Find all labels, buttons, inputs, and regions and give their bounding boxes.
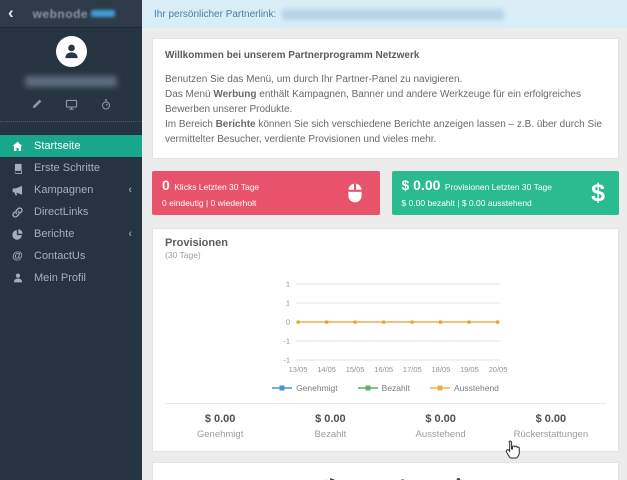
redacted-username <box>25 76 117 87</box>
stopwatch-icon[interactable] <box>100 98 112 111</box>
hand-click-icon <box>427 473 493 480</box>
shortcut-kampagnen[interactable]: Kampagnen <box>361 473 427 480</box>
chevron-left-icon: ‹ <box>128 228 132 240</box>
shortcut-mein-profil[interactable]: Mein Profil <box>229 473 295 480</box>
sidebar-item-berichte[interactable]: Berichte ‹ <box>0 223 142 245</box>
monitor-icon[interactable] <box>65 98 78 111</box>
svg-text:-1: -1 <box>283 337 290 346</box>
commissions-sub: $ 0.00 bezahlt | $ 0.00 ausstehend <box>401 198 532 208</box>
topbar: Ihr persönlicher Partnerlink: <box>142 0 627 28</box>
svg-text:1: 1 <box>285 299 289 308</box>
commissions-value: $ 0.00 <box>401 177 441 193</box>
stat-row: 0 Klicks Letzten 30 Tage 0 eindeutig | 0… <box>152 171 619 215</box>
svg-text:15/05: 15/05 <box>345 365 364 374</box>
affiliate-dashboard: ‹ webnode Startseite Erste Schritte Kamp… <box>0 0 627 480</box>
shortcuts-card: Affiliate panel tutorial video Mein Prof… <box>152 462 619 480</box>
chart-title: Provisionen <box>165 237 228 249</box>
legend-genehmigt: Genehmigt <box>272 383 338 393</box>
sidebar-header: ‹ webnode <box>0 0 142 28</box>
chart-svg: 1 1 0 -1 -1 13/05 14/05 15/05 16/05 17/0… <box>283 280 507 375</box>
svg-text:16/05: 16/05 <box>374 365 393 374</box>
pie-chart-icon <box>295 473 361 480</box>
home-icon <box>10 140 25 153</box>
film-icon <box>163 473 229 480</box>
welcome-line-1: Benutzen Sie das Menü, um durch Ihr Part… <box>165 74 463 85</box>
shortcut-directlinks[interactable]: DirectLinks <box>493 473 559 480</box>
logo[interactable]: webnode <box>14 5 134 23</box>
profile-section <box>0 28 142 122</box>
profile-quick-actions <box>0 98 142 111</box>
svg-text:17/05: 17/05 <box>402 365 421 374</box>
svg-text:0: 0 <box>285 318 289 327</box>
avatar <box>55 36 87 67</box>
sidebar-item-erste-schritte[interactable]: Erste Schritte <box>0 157 142 179</box>
svg-text:-1: -1 <box>283 356 290 365</box>
mouse-icon <box>344 180 366 206</box>
clicks-label: Klicks Letzten 30 Tage <box>174 182 260 192</box>
content: Willkommen bei unserem Partnerprogramm N… <box>142 28 627 480</box>
clicks-stat-card: 0 Klicks Letzten 30 Tage 0 eindeutig | 0… <box>152 171 380 215</box>
sidebar: ‹ webnode Startseite Erste Schritte Kamp… <box>0 0 142 480</box>
megaphone-icon <box>10 184 25 197</box>
logo-text: webnode <box>32 6 89 21</box>
provisions-chart: 1 1 0 -1 -1 13/05 14/05 15/05 16/05 17/0… <box>264 276 508 381</box>
clicks-sub: 0 eindeutig | 0 wiederholt <box>162 198 257 208</box>
sidebar-menu: Startseite Erste Schritte Kampagnen ‹ Di… <box>0 135 142 289</box>
user-icon <box>10 272 25 284</box>
svg-text:19/05: 19/05 <box>460 365 479 374</box>
total-genehmigt: $ 0.00 Genehmigt <box>196 413 244 440</box>
svg-text:1: 1 <box>285 280 289 289</box>
chart-subtitle: (30 Tage) <box>165 250 201 260</box>
welcome-title: Willkommen bei unserem Partnerprogramm N… <box>165 50 420 61</box>
shortcut-berichte[interactable]: Berichte <box>295 473 361 480</box>
total-bezahlt: $ 0.00 Bezahlt <box>314 413 347 440</box>
legend-ausstehend: Ausstehend <box>430 383 499 393</box>
logo-affiliate-badge <box>91 9 116 17</box>
chevron-left-icon: ‹ <box>128 184 132 196</box>
sidebar-item-startseite[interactable]: Startseite <box>0 135 142 157</box>
link-icon <box>10 206 25 219</box>
chart-legend: Genehmigt Bezahlt Ausstehend <box>165 383 606 393</box>
user-icon <box>229 473 295 480</box>
totals-row: $ 0.00 Genehmigt $ 0.00 Bezahlt $ 0.00 A… <box>165 403 606 451</box>
pie-chart-icon <box>10 228 25 241</box>
welcome-line-2: Das Menü Werbung enthält Kampagnen, Bann… <box>165 89 581 115</box>
svg-text:13/05: 13/05 <box>288 365 307 374</box>
edit-pencil-icon[interactable] <box>31 98 43 111</box>
svg-text:18/05: 18/05 <box>431 365 450 374</box>
clicks-value: 0 <box>162 177 170 193</box>
megaphone-icon <box>361 473 427 480</box>
commissions-label: Provisionen Letzten 30 Tage <box>444 182 553 192</box>
redacted-partner-link[interactable] <box>282 8 505 20</box>
sidebar-item-kampagnen[interactable]: Kampagnen ‹ <box>0 179 142 201</box>
main-area: Ihr persönlicher Partnerlink: Willkommen… <box>142 0 627 480</box>
svg-text:14/05: 14/05 <box>317 365 336 374</box>
sidebar-item-contactus[interactable]: @ ContactUs <box>0 245 142 267</box>
shortcut-banner-links[interactable]: Banner & Links <box>427 473 493 480</box>
sidebar-item-mein-profil[interactable]: Mein Profil <box>0 267 142 289</box>
sidebar-item-directlinks[interactable]: DirectLinks <box>0 201 142 223</box>
links-icon <box>493 473 559 480</box>
welcome-line-3: Im Bereich Berichte können Sie sich vers… <box>165 119 602 145</box>
user-icon <box>64 44 78 59</box>
chart-card: Provisionen (30 Tage) 1 1 0 -1 -1 13/05 … <box>152 228 619 452</box>
total-ausstehend: $ 0.00 Ausstehend <box>415 413 466 440</box>
svg-text:20/05: 20/05 <box>488 365 507 374</box>
book-icon <box>10 162 25 175</box>
legend-bezahlt: Bezahlt <box>357 383 410 393</box>
commissions-stat-card: $ 0.00 Provisionen Letzten 30 Tage $ 0.0… <box>391 171 619 215</box>
partner-link-label: Ihr persönlicher Partnerlink: <box>154 8 277 20</box>
welcome-card: Willkommen bei unserem Partnerprogramm N… <box>152 38 619 159</box>
shortcut-tutorial-video[interactable]: Affiliate panel tutorial video <box>163 473 229 480</box>
total-rueckerstattungen: $ 0.00 Rückerstattungen <box>513 413 589 440</box>
